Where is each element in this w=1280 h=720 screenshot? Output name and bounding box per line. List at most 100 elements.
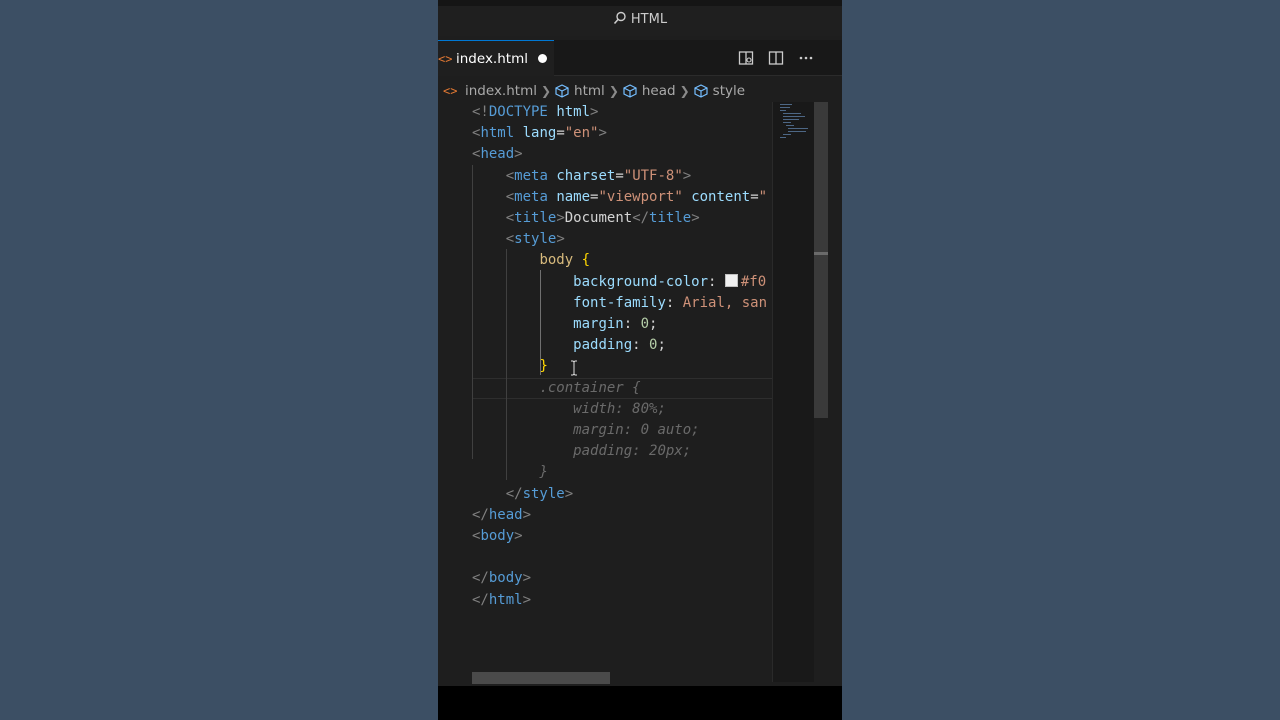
code-token: ;	[649, 316, 658, 332]
code-line[interactable]: width: 80%;	[472, 399, 666, 420]
code-token: padding	[573, 337, 633, 353]
code-line[interactable]: <title>Document</title>	[472, 208, 700, 229]
code-line[interactable]: <!DOCTYPE html>	[472, 102, 598, 123]
code-token: style	[522, 486, 565, 502]
code-token: >	[598, 125, 607, 141]
code-line[interactable]: font-family: Arial, san	[472, 293, 767, 314]
code-token: head	[488, 507, 523, 523]
code-line[interactable]: body {	[472, 250, 590, 271]
code-token: body	[488, 570, 523, 586]
minimap-line	[783, 119, 799, 120]
code-token: margin: 0 auto;	[573, 422, 700, 438]
code-line[interactable]: .container {	[472, 378, 640, 399]
code-line[interactable]: </body>	[472, 568, 531, 589]
scrollbar-cursor-marker	[814, 252, 828, 255]
code-line[interactable]: </html>	[472, 590, 531, 611]
code-token: >	[691, 210, 700, 226]
command-center[interactable]: HTML	[438, 11, 842, 27]
code-token: >	[522, 507, 532, 523]
cube-icon	[623, 84, 637, 98]
code-line[interactable]: <style>	[472, 229, 565, 250]
code-line[interactable]: <head>	[472, 144, 523, 165]
code-token: width: 80%;	[573, 401, 666, 417]
split-editor-icon[interactable]	[768, 50, 784, 66]
code-area[interactable]: <!DOCTYPE html> <html lang="en"> <head> <m…	[438, 102, 772, 682]
minimap-line	[780, 104, 792, 105]
code-token: :	[665, 295, 683, 311]
code-line[interactable]: padding: 0;	[472, 335, 666, 356]
code-line[interactable]: </head>	[472, 505, 531, 526]
code-token: :	[708, 274, 725, 290]
code-token: "en"	[564, 125, 599, 141]
title-bar: HTML	[438, 0, 842, 36]
code-token: >	[522, 592, 532, 608]
code-token: >	[590, 104, 599, 120]
code-token: =	[750, 189, 759, 205]
code-line[interactable]: }	[472, 356, 547, 377]
vertical-scrollbar-thumb[interactable]	[814, 102, 828, 418]
code-token: </	[472, 592, 489, 608]
minimap-line	[783, 134, 791, 135]
code-token: Arial, san	[682, 295, 768, 311]
code-token: html	[480, 125, 515, 141]
code-token: </	[505, 486, 523, 502]
unsaved-changes-dot[interactable]	[537, 54, 547, 63]
code-token: html	[488, 592, 523, 608]
code-token: >	[682, 168, 692, 184]
breadcrumb-item-html[interactable]: html	[555, 83, 605, 99]
code-token: >	[556, 231, 565, 247]
bottom-bar	[438, 686, 842, 720]
code-token: "UTF-8"	[623, 168, 683, 184]
command-center-label: HTML	[630, 12, 668, 27]
code-line[interactable]: background-color: #f0	[472, 272, 766, 293]
code-line[interactable]: <meta name="viewport" content="	[472, 187, 767, 208]
code-token: ;	[657, 337, 666, 353]
code-token: 0	[640, 316, 650, 332]
breadcrumb-item-head[interactable]: head	[623, 83, 676, 99]
cube-icon	[555, 84, 569, 98]
minimap-line	[783, 116, 805, 117]
code-token: title	[649, 210, 692, 226]
more-actions-icon[interactable]	[798, 50, 814, 66]
breadcrumb-item-style[interactable]: style	[694, 83, 745, 99]
code-token: </	[472, 570, 489, 586]
code-line[interactable]: padding: 20px;	[472, 441, 691, 462]
text-cursor-icon	[571, 360, 577, 376]
code-token: DOCTYPE	[488, 104, 548, 120]
code-line[interactable]: <body>	[472, 526, 523, 547]
code-token: >	[514, 146, 523, 162]
minimap-line	[783, 122, 791, 123]
code-line[interactable]: <meta charset="UTF-8">	[472, 166, 692, 187]
code-token: <	[505, 210, 515, 226]
open-preview-icon[interactable]	[738, 50, 754, 66]
color-swatch[interactable]	[724, 274, 738, 287]
minimap-overview[interactable]	[772, 102, 815, 682]
code-token: }	[539, 464, 548, 480]
code-line[interactable]: margin: 0;	[472, 314, 657, 335]
code-token: {	[581, 252, 591, 268]
code-token: charset	[556, 168, 616, 184]
code-token: "viewport"	[598, 189, 683, 205]
code-line[interactable]: <html lang="en">	[472, 123, 607, 144]
code-line[interactable]: }	[472, 462, 548, 483]
minimap-line	[783, 113, 801, 114]
tab-index-html[interactable]: <> index.html	[438, 40, 554, 76]
minimap[interactable]	[772, 102, 842, 682]
code-token: "	[758, 189, 768, 205]
horizontal-scrollbar-thumb[interactable]	[472, 672, 610, 684]
code-token: <	[505, 231, 515, 247]
code-line[interactable]: </style>	[472, 484, 573, 505]
chevron-right-icon: ❯	[679, 84, 690, 98]
code-line[interactable]: margin: 0 auto;	[472, 420, 700, 441]
breadcrumb-file[interactable]: index.html	[465, 83, 537, 99]
